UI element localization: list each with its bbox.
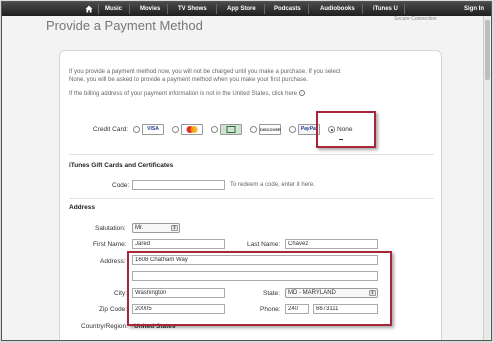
address-label: Address: <box>100 258 126 265</box>
salutation-select[interactable]: Mr. ⇕ <box>132 223 180 233</box>
nav-itunes-u[interactable]: iTunes U <box>373 2 398 16</box>
nav-audiobooks[interactable]: Audiobooks <box>320 2 355 16</box>
salutation-value: Mr. <box>135 225 144 231</box>
nav-app-store[interactable]: App Store <box>227 2 256 16</box>
nav-music[interactable]: Music <box>105 2 122 16</box>
nav-separator <box>98 4 99 14</box>
mastercard-radio[interactable] <box>172 126 179 133</box>
sign-in-link[interactable]: Sign In <box>464 2 484 16</box>
gift-cards-heading: iTunes Gift Cards and Certificates <box>69 162 174 169</box>
home-icon[interactable] <box>85 5 93 13</box>
nav-podcasts[interactable]: Podcasts <box>274 2 301 16</box>
divider <box>69 198 434 199</box>
amex-card-icon <box>220 124 242 135</box>
nav-separator <box>308 4 309 14</box>
discover-card-icon: DISCOVER <box>259 124 281 135</box>
arrow-circle-icon[interactable]: › <box>298 90 305 97</box>
browser-frame: Music Movies TV Shows App Store Podcasts… <box>1 1 492 341</box>
secure-connection-note: Secure Connection <box>394 16 437 22</box>
paypal-radio[interactable] <box>289 126 296 133</box>
scrollbar-thumb[interactable] <box>485 20 490 80</box>
visa-card-icon: VISA <box>142 124 164 135</box>
nav-separator <box>404 4 405 14</box>
last-name-label: Last Name: <box>247 241 281 248</box>
discover-radio[interactable] <box>250 126 257 133</box>
page-title: Provide a Payment Method <box>46 18 203 33</box>
address-fields-highlight <box>127 251 392 326</box>
vertical-scrollbar[interactable] <box>483 16 490 340</box>
intro-line-2: None, you will be asked to provide a pay… <box>69 77 309 83</box>
gift-code-input[interactable] <box>132 180 225 190</box>
visa-radio[interactable] <box>133 126 140 133</box>
first-name-input[interactable] <box>132 239 225 249</box>
city-label: City: <box>114 290 127 297</box>
address-heading: Address <box>69 204 96 211</box>
intro-line-1: If you provide a payment method now, you… <box>69 69 341 75</box>
nav-tv-shows[interactable]: TV Shows <box>178 2 207 16</box>
nav-separator <box>264 4 265 14</box>
nav-separator <box>216 4 217 14</box>
nav-separator <box>362 4 363 14</box>
code-label: Code: <box>112 182 130 189</box>
gift-code-hint: To redeem a code, enter it here. <box>230 182 316 188</box>
zip-code-label: Zip Code: <box>99 306 128 313</box>
non-us-address-link[interactable]: If the billing address of your payment i… <box>69 91 297 97</box>
nav-movies[interactable]: Movies <box>140 2 160 16</box>
nav-separator <box>129 4 130 14</box>
none-option-highlight <box>316 111 376 148</box>
divider <box>69 154 434 155</box>
amex-radio[interactable] <box>211 126 218 133</box>
nav-separator <box>167 4 168 14</box>
top-nav-bar: Music Movies TV Shows App Store Podcasts… <box>2 2 491 16</box>
intro-line-3: If the billing address of your payment i… <box>69 90 369 98</box>
credit-card-label: Credit Card: <box>93 126 129 133</box>
first-name-label: First Name: <box>93 241 127 248</box>
country-label: Country/Region: <box>81 323 128 330</box>
mastercard-icon <box>181 124 203 135</box>
select-arrows-icon: ⇕ <box>171 225 178 231</box>
salutation-label: Salutation: <box>95 225 126 232</box>
last-name-input[interactable] <box>285 239 378 249</box>
